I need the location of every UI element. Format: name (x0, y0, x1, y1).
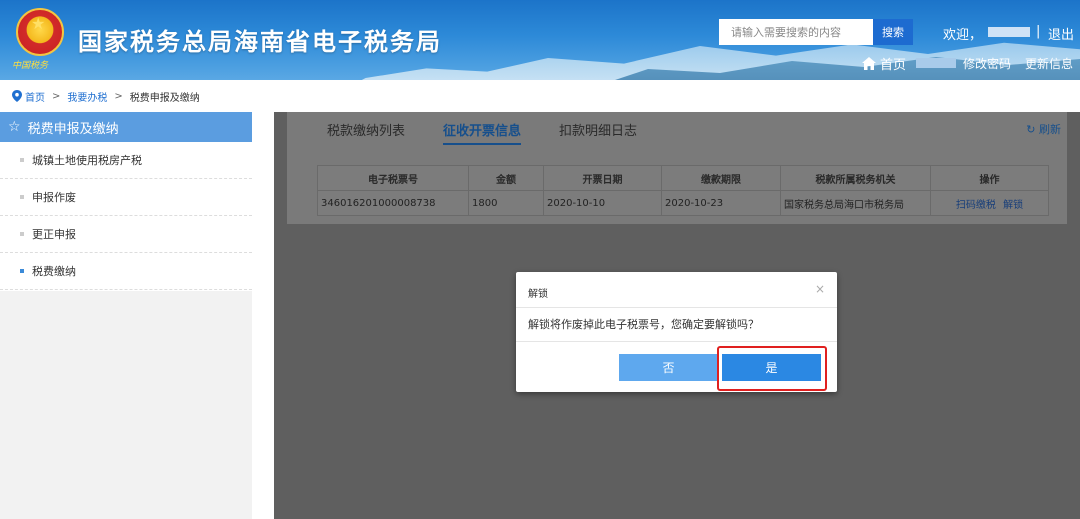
logout-link[interactable]: 退出 (1048, 24, 1074, 43)
unlock-link[interactable]: 解锁 (1003, 200, 1023, 211)
column-header: 电子税票号 (317, 165, 469, 191)
search-button[interactable]: 搜索 (873, 19, 913, 45)
refresh-button[interactable]: ↻ 刷新 (1026, 121, 1061, 137)
breadcrumb-separator: > (52, 90, 61, 102)
refresh-icon: ↻ (1026, 123, 1036, 136)
sidebar-item-tax-payment[interactable]: 税费缴纳 (0, 253, 252, 290)
breadcrumb-tax-services[interactable]: 我要办税 (67, 89, 107, 104)
search-input[interactable] (719, 19, 873, 45)
account-redacted (916, 58, 956, 68)
bullet-icon (20, 269, 24, 273)
refresh-label: 刷新 (1039, 123, 1061, 136)
sidebar-item-void-declaration[interactable]: 申报作废 (0, 179, 252, 216)
sidebar-item-label: 城镇土地使用税房产税 (32, 154, 142, 167)
emblem-star-icon: ★ (31, 14, 46, 33)
home-label: 首页 (880, 58, 907, 73)
dialog-message: 解锁将作废掉此电子税票号，您确定要解锁吗？ (528, 318, 759, 331)
sidebar-header[interactable]: ☆ 税费申报及缴纳 (0, 112, 252, 142)
breadcrumb-separator: > (114, 90, 123, 102)
sidebar-item-correct-declaration[interactable]: 更正申报 (0, 216, 252, 253)
authority-cell: 国家税务总局海口市税务局 (780, 190, 931, 216)
sidebar-title: 税费申报及缴纳 (27, 121, 119, 137)
tab-bar: 税款缴纳列表 征收开票信息 扣款明细日志 (327, 120, 675, 145)
table-header-row: 电子税票号 金额 开票日期 缴款期限 税款所属税务机关 操作 (317, 165, 1049, 191)
breadcrumb-current: 税费申报及缴纳 (129, 92, 200, 104)
breadcrumb-home[interactable]: 首页 (25, 89, 45, 104)
sidebar-empty-area (0, 291, 252, 519)
scan-pay-link[interactable]: 扫码缴税 (956, 200, 996, 211)
welcome-text: 欢迎， (943, 28, 983, 43)
sidebar-item-label: 申报作废 (32, 191, 76, 204)
issue-date-cell: 2020-10-10 (543, 190, 662, 216)
ticket-number-cell: 346016201000008738 (317, 190, 469, 216)
amount-cell: 1800 (468, 190, 544, 216)
breadcrumb: 首页 > 我要办税 > 税费申报及缴纳 (12, 88, 200, 104)
tab-payment-list[interactable]: 税款缴纳列表 (327, 120, 405, 145)
site-title: 国家税务总局海南省电子税务局 (78, 28, 442, 56)
sidebar-item-label: 更正申报 (32, 228, 76, 241)
tab-invoice-info[interactable]: 征收开票信息 (443, 120, 522, 145)
emblem-subtitle: 中国税务 (12, 61, 49, 71)
dialog-title: 解锁 (528, 289, 548, 300)
column-header: 操作 (930, 165, 1049, 191)
bullet-icon (20, 158, 24, 162)
dialog-divider (516, 307, 837, 308)
column-header: 税款所属税务机关 (780, 165, 931, 191)
site-header: ★ 中国税务 国家税务总局海南省电子税务局 搜索 欢迎， | 退出 首页 修改密… (0, 0, 1080, 80)
dialog-divider (516, 341, 837, 342)
column-header: 缴款期限 (661, 165, 781, 191)
update-info-link[interactable]: 更新信息 (1025, 55, 1073, 72)
cancel-button[interactable]: 否 (619, 354, 718, 381)
change-password-link[interactable]: 修改密码 (963, 55, 1011, 72)
column-header: 开票日期 (543, 165, 662, 191)
sidebar-item-label: 税费缴纳 (32, 265, 76, 278)
sidebar: ☆ 税费申报及缴纳 城镇土地使用税房产税 申报作废 更正申报 税费缴纳 (0, 112, 252, 519)
close-icon[interactable]: × (815, 282, 825, 296)
tab-deduction-log[interactable]: 扣款明细日志 (559, 120, 637, 145)
home-link[interactable]: 首页 (862, 54, 906, 73)
location-pin-icon (12, 90, 22, 102)
due-date-cell: 2020-10-23 (661, 190, 781, 216)
username-redacted (988, 27, 1030, 37)
star-outline-icon: ☆ (8, 119, 21, 135)
confirm-highlight-box (717, 346, 827, 391)
sidebar-item-land-property-tax[interactable]: 城镇土地使用税房产税 (0, 142, 252, 179)
actions-cell: 扫码缴税 解锁 (930, 190, 1049, 216)
bullet-icon (20, 195, 24, 199)
column-header: 金额 (468, 165, 544, 191)
invoice-table: 电子税票号 金额 开票日期 缴款期限 税款所属税务机关 操作 346016201… (317, 165, 1049, 216)
header-separator: | (1036, 24, 1041, 39)
bullet-icon (20, 232, 24, 236)
table-row: 346016201000008738 1800 2020-10-10 2020-… (317, 190, 1049, 216)
home-icon (862, 57, 876, 70)
